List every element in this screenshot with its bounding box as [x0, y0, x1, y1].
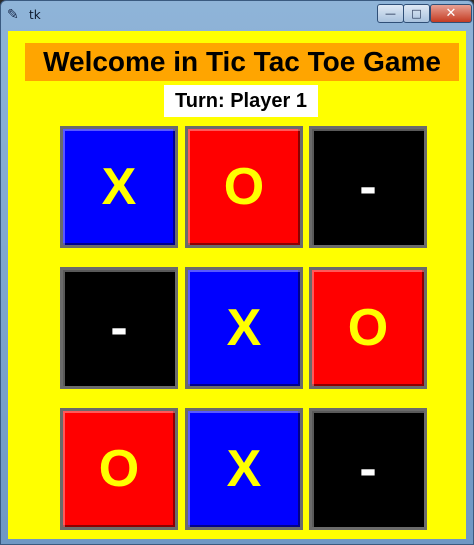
window-title: tk: [29, 8, 41, 22]
cell-mark: -: [359, 440, 377, 498]
game-area: Welcome in Tic Tac Toe Game Turn: Player…: [8, 31, 466, 539]
minimize-icon: —: [385, 7, 396, 20]
cell-mark: O: [98, 440, 140, 498]
turn-label: Turn: Player 1: [164, 85, 318, 117]
cell-mark: -: [359, 158, 377, 216]
page-title: Welcome in Tic Tac Toe Game: [25, 43, 459, 81]
title-bar[interactable]: ✎ tk — □ ✕: [1, 1, 473, 29]
board-cell-r3-c2[interactable]: X: [185, 408, 303, 530]
cell-mark: O: [223, 158, 265, 216]
cell-mark: O: [347, 299, 389, 357]
cell-mark: -: [110, 299, 128, 357]
board-cell-r3-c1[interactable]: O: [60, 408, 178, 530]
cell-mark: X: [226, 299, 262, 357]
cell-mark: X: [226, 440, 262, 498]
board-cell-r3-c3[interactable]: -: [309, 408, 427, 530]
board-cell-r2-c2[interactable]: X: [185, 267, 303, 389]
board-cell-r1-c2[interactable]: O: [185, 126, 303, 248]
feather-icon: ✎: [7, 7, 19, 23]
close-icon: ✕: [445, 6, 457, 21]
board-cell-r2-c3[interactable]: O: [309, 267, 427, 389]
app-window: ✎ tk — □ ✕ Welcome in Tic Tac Toe Game T…: [0, 0, 474, 545]
cell-mark: X: [101, 158, 137, 216]
minimize-button[interactable]: —: [377, 4, 404, 23]
maximize-button[interactable]: □: [403, 4, 430, 23]
board-cell-r1-c1[interactable]: X: [60, 126, 178, 248]
board-cell-r2-c1[interactable]: -: [60, 267, 178, 389]
close-button[interactable]: ✕: [430, 4, 472, 23]
board-cell-r1-c3[interactable]: -: [309, 126, 427, 248]
maximize-icon: □: [411, 7, 422, 20]
